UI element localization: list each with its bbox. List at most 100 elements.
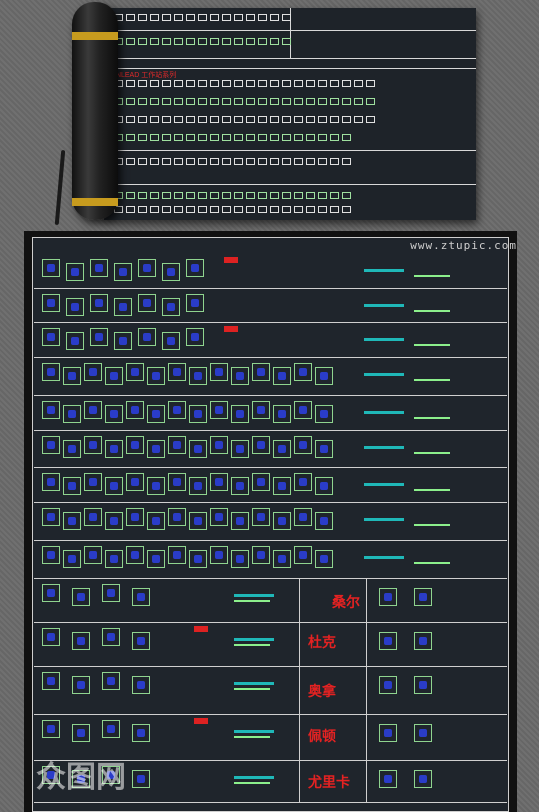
chair-mark [419, 729, 427, 737]
sheet-desk-mark [306, 98, 315, 105]
sheet-desk-mark [198, 134, 207, 141]
chair-mark [173, 551, 181, 559]
sheet-desk-mark [186, 38, 195, 45]
sheet-desk-mark [150, 192, 159, 199]
sheet-desk-mark [318, 206, 327, 213]
sheet-desk-mark [294, 192, 303, 199]
sheet-desk-mark [294, 116, 303, 123]
sheet-desk-mark [246, 134, 255, 141]
workstation-desk [210, 363, 228, 381]
sheet-desk-mark [234, 14, 243, 21]
chair-mark [384, 775, 392, 783]
chair-mark [167, 268, 175, 276]
workstation-desk [210, 508, 228, 526]
chair-mark [194, 517, 202, 525]
workstation-desk [210, 401, 228, 419]
sheet-desk-mark [366, 98, 375, 105]
workstation-desk [105, 405, 123, 423]
sheet-desk-mark [246, 14, 255, 21]
cad-sheet-preview: INLEAD 工作站系列 [104, 8, 476, 220]
sheet-desk-mark [318, 134, 327, 141]
workstation-desk [147, 477, 165, 495]
sheet-desk-mark [222, 206, 231, 213]
workstation-desk [231, 405, 249, 423]
sheet-desk-mark [246, 98, 255, 105]
workstation-desk [114, 298, 132, 316]
chair-mark [191, 333, 199, 341]
chair-mark [110, 445, 118, 453]
workstation-desk [252, 363, 270, 381]
workstation-desk [63, 512, 81, 530]
workstation-desk [189, 405, 207, 423]
workstation-desk [84, 363, 102, 381]
series-label-duke: 杜克 [308, 635, 336, 651]
sheet-desk-mark [150, 158, 159, 165]
sheet-desk-mark [150, 38, 159, 45]
sheet-desk-mark [174, 206, 183, 213]
workstation-desk [294, 508, 312, 526]
sheet-desk-mark [222, 14, 231, 21]
chair-mark [95, 299, 103, 307]
sheet-desk-mark [366, 80, 375, 87]
chair-mark [77, 637, 85, 645]
elevation-strip [234, 730, 274, 733]
workstation-desk [147, 405, 165, 423]
workstation-desk [186, 259, 204, 277]
sheet-desk-mark [306, 134, 315, 141]
sheet-desk-mark [270, 206, 279, 213]
workstation-desk [66, 263, 84, 281]
chair-mark [119, 303, 127, 311]
workstation-desk [189, 512, 207, 530]
sheet-desk-mark [210, 98, 219, 105]
chair-mark [47, 551, 55, 559]
sheet-desk-mark [258, 206, 267, 213]
workstation-desk [126, 508, 144, 526]
series-divider [366, 666, 367, 714]
chair-mark [77, 729, 85, 737]
chair-mark [95, 264, 103, 272]
chair-mark [110, 555, 118, 563]
sheet-desk-mark [198, 38, 207, 45]
elevation-strip [364, 446, 404, 449]
sheet-desk-mark [162, 206, 171, 213]
chair-mark [107, 725, 115, 733]
sheet-desk-mark [198, 192, 207, 199]
red-annotation-tag [194, 718, 208, 724]
sheet-desk-mark [282, 98, 291, 105]
workstation-desk [42, 259, 60, 277]
workstation-desk [102, 672, 120, 690]
chair-mark [71, 303, 79, 311]
layout-row [34, 666, 507, 715]
workstation-desk [84, 436, 102, 454]
sheet-desk-mark [318, 98, 327, 105]
chair-mark [143, 299, 151, 307]
sheet-desk-mark [234, 192, 243, 199]
sheet-desk-mark [318, 116, 327, 123]
chair-mark [68, 372, 76, 380]
sheet-desk-mark [330, 80, 339, 87]
workstation-desk [168, 546, 186, 564]
chair-mark [137, 637, 145, 645]
workstation-desk [162, 298, 180, 316]
workstation-desk [231, 477, 249, 495]
chair-mark [194, 482, 202, 490]
sheet-desk-mark [138, 134, 147, 141]
sheet-desk-mark [222, 192, 231, 199]
workstation-desk [162, 332, 180, 350]
chair-mark [236, 410, 244, 418]
sheet-desk-mark [294, 98, 303, 105]
sheet-desk-mark [198, 80, 207, 87]
elevation-strip [364, 304, 404, 307]
elevation-strip [364, 373, 404, 376]
chair-mark [173, 513, 181, 521]
workstation-desk [273, 477, 291, 495]
sheet-desk-mark [138, 192, 147, 199]
sheet-desk-mark [210, 134, 219, 141]
elevation-strip [234, 682, 274, 685]
workstation-desk [138, 328, 156, 346]
sheet-desk-mark [246, 192, 255, 199]
sheet-desk-mark [222, 98, 231, 105]
chair-mark [278, 410, 286, 418]
chair-mark [194, 555, 202, 563]
workstation-desk [105, 550, 123, 568]
